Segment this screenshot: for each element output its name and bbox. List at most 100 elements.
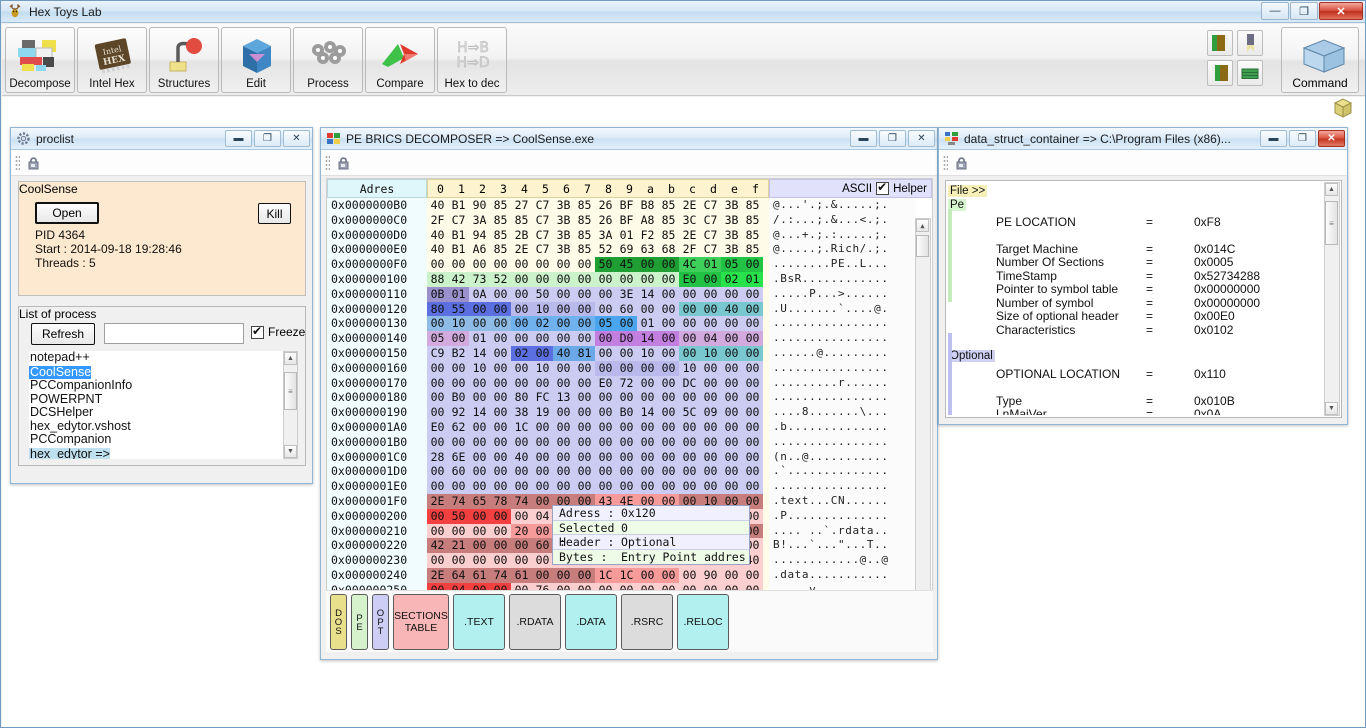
hex-byte[interactable]: 00 (469, 316, 490, 332)
ribbon-button-process[interactable]: Process (293, 27, 363, 93)
hex-byte[interactable]: 00 (658, 479, 679, 494)
toolbar-grip[interactable] (15, 154, 20, 171)
hex-byte[interactable]: 00 (532, 271, 553, 287)
hex-byte[interactable]: 00 (574, 257, 595, 272)
hex-byte[interactable]: 00 (595, 419, 616, 435)
hex-byte[interactable]: 5C (679, 405, 700, 420)
hex-byte[interactable]: 00 (469, 257, 490, 272)
scroll-thumb[interactable]: ≡ (1325, 201, 1338, 245)
hex-byte[interactable]: 68 (658, 242, 679, 258)
file-tag[interactable]: File >> (948, 185, 988, 197)
hex-byte[interactable]: 00 (511, 434, 532, 450)
hex-byte[interactable]: 00 (511, 316, 532, 332)
hex-byte[interactable]: 00 (469, 479, 490, 494)
hex-byte[interactable]: 00 (427, 375, 448, 391)
hex-byte[interactable]: 00 (490, 360, 511, 376)
hex-byte[interactable]: 00 (700, 419, 721, 435)
hex-byte[interactable]: 00 (553, 331, 574, 346)
hex-row[interactable]: 05 00 01 00 00 00 00 00 00 D0 14 00 00 04 00 00 (427, 331, 769, 346)
hex-byte[interactable]: 00 (679, 464, 700, 480)
hex-byte[interactable]: 00 (700, 434, 721, 450)
hex-byte[interactable]: 00 (679, 345, 700, 361)
hex-byte[interactable]: B0 (616, 405, 637, 420)
hex-byte[interactable]: 00 (532, 493, 553, 509)
hex-byte[interactable]: 00 (595, 449, 616, 465)
app-close-button[interactable]: ✕ (1319, 2, 1363, 20)
hex-byte[interactable]: 00 (595, 390, 616, 406)
hex-byte[interactable]: 00 (616, 360, 637, 376)
hex-byte[interactable]: 00 (658, 390, 679, 406)
hex-byte[interactable]: 00 (532, 523, 553, 539)
hex-byte[interactable]: 00 (742, 286, 763, 302)
hex-byte[interactable]: 05 (721, 257, 742, 272)
proclist-close-button[interactable]: ✕ (283, 130, 310, 147)
ribbon-button-intel-hex[interactable]: Intel HEX Intel Hex (77, 27, 147, 93)
hex-byte[interactable]: 85 (574, 227, 595, 243)
hex-byte[interactable]: 00 (490, 419, 511, 435)
hex-byte[interactable]: 20 (511, 523, 532, 539)
list-item[interactable]: DCSHelper (29, 405, 297, 420)
hex-byte[interactable]: 00 (616, 390, 637, 406)
hex-byte[interactable]: 2B (511, 227, 532, 243)
proclist-maximize-button[interactable]: ❐ (254, 130, 281, 147)
hex-byte[interactable]: 09 (700, 405, 721, 420)
money-stack-icon[interactable] (1237, 60, 1263, 86)
hex-byte[interactable]: 00 (553, 449, 574, 465)
hex-byte[interactable]: 00 (511, 375, 532, 391)
ribbon-button-decompose[interactable]: Decompose (5, 27, 75, 93)
app-maximize-button[interactable]: ❐ (1290, 2, 1318, 20)
hex-byte[interactable]: C7 (532, 227, 553, 243)
hex-byte[interactable]: 00 (469, 449, 490, 465)
process-listbox[interactable]: notepad++ CoolSense PCCompanionInfo POWERPN… (29, 351, 297, 459)
hex-byte[interactable]: 00 (553, 316, 574, 332)
hex-byte[interactable]: 00 (616, 479, 637, 494)
dswin-maximize-button[interactable]: ❐ (1289, 130, 1316, 147)
hex-byte[interactable]: 00 (700, 286, 721, 302)
hex-byte[interactable]: C7 (700, 227, 721, 243)
hex-byte[interactable]: 2E (427, 493, 448, 509)
hex-byte[interactable]: 00 (721, 434, 742, 450)
hex-byte[interactable]: 00 (511, 331, 532, 346)
hex-bytes-column[interactable]: 40 B1 90 85 27 C7 3B 85 26 BF B8 85 2E C7 3B 85 2F C7 3A 85… (427, 198, 769, 607)
hex-byte[interactable]: 00 (448, 257, 469, 272)
hex-byte[interactable]: 00 (553, 271, 574, 287)
hex-byte[interactable]: 00 (742, 360, 763, 376)
hex-byte[interactable]: 2E (679, 227, 700, 243)
hex-byte[interactable]: 40 (427, 198, 448, 213)
hex-byte[interactable]: 00 (616, 449, 637, 465)
refresh-button[interactable]: Refresh (31, 323, 95, 345)
hex-byte[interactable]: 0A (469, 286, 490, 302)
hex-byte[interactable]: 85 (490, 198, 511, 213)
hex-byte[interactable]: B1 (448, 242, 469, 258)
hex-byte[interactable]: 40 (427, 227, 448, 243)
hex-byte[interactable]: 00 (742, 449, 763, 465)
hex-byte[interactable]: 00 (532, 331, 553, 346)
hex-byte[interactable]: 00 (742, 419, 763, 435)
hex-byte[interactable]: 00 (490, 538, 511, 554)
hex-row[interactable]: 00 00 00 00 00 00 00 00 00 00 00 00 00 00 00 00 (427, 479, 769, 494)
ribbon-button-edit[interactable]: Edit (221, 27, 291, 93)
hex-byte[interactable]: 00 (637, 301, 658, 317)
hex-byte[interactable]: 00 (595, 405, 616, 420)
hex-byte[interactable]: 60 (616, 301, 637, 317)
hex-byte[interactable]: C7 (532, 242, 553, 258)
hex-byte[interactable]: 60 (448, 464, 469, 480)
hex-byte[interactable]: 00 (490, 390, 511, 406)
hex-byte[interactable]: C7 (700, 212, 721, 228)
hex-byte[interactable]: 2E (427, 567, 448, 583)
hex-byte[interactable]: D0 (616, 331, 637, 346)
hex-byte[interactable]: 74 (448, 493, 469, 509)
hex-byte[interactable]: 00 (700, 271, 721, 287)
hex-byte[interactable]: 10 (700, 345, 721, 361)
lock-icon[interactable] (334, 154, 352, 172)
ribbon-button-structures[interactable]: Structures (149, 27, 219, 93)
hex-byte[interactable]: 00 (700, 390, 721, 406)
hex-byte[interactable]: 00 (511, 553, 532, 568)
hex-byte[interactable]: 85 (742, 227, 763, 243)
hex-byte[interactable]: 00 (469, 464, 490, 480)
hex-byte[interactable]: 01 (469, 331, 490, 346)
hex-byte[interactable]: 74 (511, 493, 532, 509)
pe-section-button[interactable]: .RDATA (509, 593, 561, 650)
hex-byte[interactable]: 00 (742, 479, 763, 494)
hex-byte[interactable]: 13 (553, 390, 574, 406)
